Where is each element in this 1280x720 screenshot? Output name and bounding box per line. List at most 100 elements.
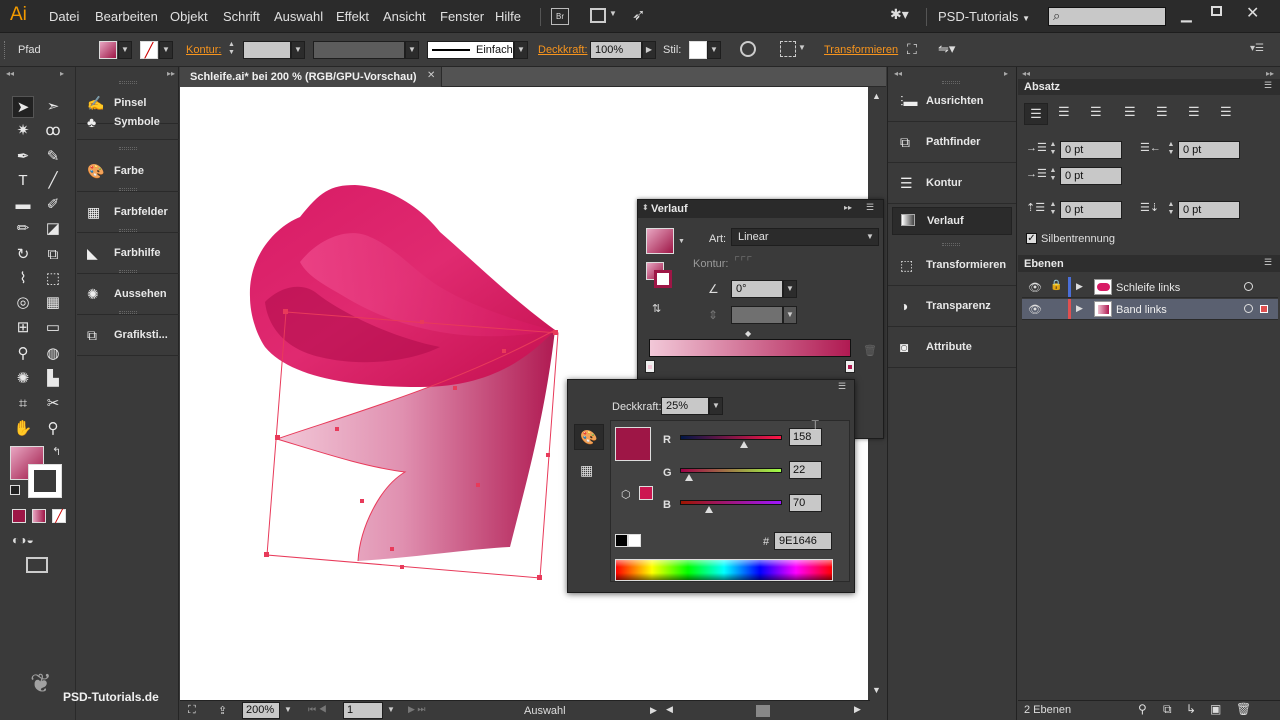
trash-icon[interactable]: 🗑 bbox=[1236, 702, 1251, 716]
panel-transparenz[interactable]: ◑ Transparenz bbox=[888, 286, 1016, 327]
close-button[interactable]: ✕ bbox=[1246, 3, 1259, 23]
b-slider-thumb[interactable] bbox=[705, 506, 713, 513]
chevron-down-icon[interactable]: ▼ bbox=[159, 41, 173, 59]
menu-schrift[interactable]: Schrift bbox=[223, 9, 260, 24]
panel-pathfinder[interactable]: ⧉ Pathfinder bbox=[888, 122, 1016, 163]
menu-hilfe[interactable]: Hilfe bbox=[495, 9, 521, 24]
rotate-icon[interactable]: ↻ bbox=[12, 244, 34, 266]
chevron-down-icon[interactable]: ▼ bbox=[291, 41, 305, 59]
line-tool-icon[interactable]: ╱ bbox=[42, 170, 64, 192]
justify-all-button[interactable]: ☰ bbox=[1220, 104, 1232, 120]
chevron-down-icon[interactable]: ▼ bbox=[707, 41, 721, 59]
stroke-swatch[interactable]: ╱ bbox=[140, 41, 158, 59]
panel-symbole[interactable]: ♣ Symbole bbox=[77, 110, 179, 140]
blend-tool-icon[interactable]: ◍ bbox=[42, 343, 64, 365]
angle-input[interactable]: 0° bbox=[731, 280, 783, 298]
eye-icon[interactable]: 👁 bbox=[1028, 303, 1042, 316]
fill-swatch[interactable] bbox=[99, 41, 117, 59]
gradient-slider[interactable] bbox=[649, 339, 851, 357]
selection-tool-icon[interactable]: ➤ bbox=[12, 96, 34, 118]
arrange-documents-icon[interactable] bbox=[590, 8, 606, 23]
menu-objekt[interactable]: Objekt bbox=[170, 9, 208, 24]
gradient-preview-swatch[interactable] bbox=[646, 228, 674, 254]
midpoint-diamond[interactable]: ◆ bbox=[745, 329, 751, 338]
justify-right-button[interactable]: ☰ bbox=[1188, 104, 1200, 120]
graph-tool-icon[interactable]: ▙ bbox=[42, 368, 64, 390]
chevron-down-icon[interactable]: ▼ bbox=[284, 705, 292, 714]
first-line-stepper[interactable]: ▲ ▼ bbox=[1048, 167, 1058, 185]
new-sublayer-icon[interactable]: ↳ bbox=[1186, 702, 1196, 716]
sync-settings-icon[interactable]: ✱▾ bbox=[890, 6, 909, 23]
color-spectrum[interactable] bbox=[615, 559, 833, 581]
gradient-type-select[interactable]: Linear ▼ bbox=[731, 228, 879, 246]
paintbrush-icon[interactable]: ✐ bbox=[42, 194, 64, 216]
lasso-icon[interactable]: ꝏ bbox=[42, 120, 64, 142]
panel-ausrichten[interactable]: ⫶▬ Ausrichten bbox=[888, 81, 1016, 122]
b-value-input[interactable]: 70 bbox=[789, 494, 822, 512]
menu-datei[interactable]: Datei bbox=[49, 9, 79, 24]
layer-row[interactable]: 👁 ▶ Band links bbox=[1022, 299, 1278, 320]
magic-wand-icon[interactable]: ✷ bbox=[12, 120, 34, 142]
collapse-icon[interactable]: ▸▸ bbox=[844, 203, 852, 212]
flip-options-icon[interactable]: ⇋▾ bbox=[938, 41, 955, 57]
g-slider-thumb[interactable] bbox=[685, 474, 693, 481]
default-colors-icon[interactable] bbox=[10, 485, 20, 495]
expand-icon[interactable]: ▶ bbox=[1076, 303, 1083, 314]
eye-icon[interactable]: 👁 bbox=[1028, 281, 1042, 294]
screen-mode-icon[interactable] bbox=[26, 557, 48, 573]
selection-indicator[interactable] bbox=[1260, 305, 1268, 313]
panel-transformieren[interactable]: ⬚ Transformieren bbox=[888, 245, 1016, 286]
stroke-color-icon[interactable] bbox=[28, 464, 62, 498]
search-icon[interactable]: ⚲ bbox=[1138, 702, 1147, 716]
chevron-down-icon[interactable]: ▼ bbox=[387, 705, 395, 714]
artboard-next-icons[interactable]: ▶ ⏭ bbox=[408, 704, 426, 715]
g-slider[interactable] bbox=[680, 468, 782, 473]
web-safe-swatch[interactable] bbox=[639, 486, 653, 500]
artboard-prev-icons[interactable]: ⏮ ◀ bbox=[308, 704, 327, 715]
status-menu-icon[interactable]: ▶ bbox=[650, 705, 657, 716]
panel-menu-icon[interactable]: ☰ bbox=[866, 202, 874, 213]
chevron-down-icon[interactable]: ▼ bbox=[514, 41, 528, 59]
color-swatch-large[interactable] bbox=[615, 427, 651, 461]
hand-tool-icon[interactable]: ✋ bbox=[12, 418, 34, 440]
stroke-weight-stepper[interactable]: ▲ ▼ bbox=[228, 41, 240, 59]
help-search-input[interactable]: ⌕ bbox=[1048, 7, 1166, 26]
swap-colors-icon[interactable]: ↰ bbox=[52, 445, 61, 458]
expand-icon[interactable]: ▶ bbox=[1076, 281, 1083, 292]
slice-tool-icon[interactable]: ✂ bbox=[42, 393, 64, 415]
indent-left-input[interactable]: 0 pt bbox=[1060, 141, 1122, 159]
recolor-artwork-icon[interactable] bbox=[740, 41, 756, 57]
shape-builder-icon[interactable]: ◎ bbox=[12, 292, 34, 314]
type-tool-icon[interactable]: T bbox=[12, 170, 34, 192]
panel-farbhilfe[interactable]: ◣ Farbhilfe bbox=[77, 233, 179, 274]
brush-definition-select[interactable]: Einfach bbox=[427, 41, 514, 59]
scale-icon[interactable]: ⧉ bbox=[42, 244, 64, 266]
zoom-tool-icon[interactable]: ⚲ bbox=[42, 418, 64, 440]
artboard-nav-icon[interactable]: ⛶ bbox=[188, 704, 196, 717]
symbol-sprayer-icon[interactable]: ✺ bbox=[12, 368, 34, 390]
scroll-up-icon[interactable]: ▲ bbox=[872, 91, 881, 101]
curvature-icon[interactable]: ✎ bbox=[42, 146, 64, 168]
chevron-down-icon[interactable]: ▼ bbox=[709, 397, 723, 415]
chevron-down-icon[interactable]: ▼ bbox=[405, 41, 419, 59]
hyphenation-checkbox[interactable]: ✓ bbox=[1026, 233, 1037, 244]
mesh-tool-icon[interactable]: ⊞ bbox=[12, 317, 34, 339]
space-after-input[interactable]: 0 pt bbox=[1178, 201, 1240, 219]
layer-name[interactable]: Band links bbox=[1116, 304, 1167, 316]
scroll-down-icon[interactable]: ▼ bbox=[872, 685, 881, 695]
eraser-icon[interactable]: ◪ bbox=[42, 218, 64, 240]
lock-icon[interactable]: 🔒 bbox=[1050, 280, 1062, 291]
align-right-button[interactable]: ☰ bbox=[1090, 104, 1102, 120]
panel-menu-icon[interactable]: ☰ bbox=[1264, 80, 1272, 91]
panel-menu-icon[interactable]: ▾☰ bbox=[1250, 43, 1264, 54]
space-after-stepper[interactable]: ▲ ▼ bbox=[1166, 201, 1176, 219]
none-mode-icon[interactable]: ╱ bbox=[52, 509, 66, 523]
pen-tool-icon[interactable]: ✒ bbox=[12, 146, 34, 168]
stroke-weight-input[interactable] bbox=[243, 41, 291, 59]
align-options-icon[interactable] bbox=[780, 41, 796, 57]
space-before-input[interactable]: 0 pt bbox=[1060, 201, 1122, 219]
panel-menu-icon[interactable]: ☰ bbox=[838, 381, 846, 392]
chevron-down-icon[interactable]: ▼ bbox=[798, 43, 806, 52]
chevron-down-icon[interactable]: ▼ bbox=[678, 238, 685, 245]
graphic-style-swatch[interactable] bbox=[689, 41, 707, 59]
